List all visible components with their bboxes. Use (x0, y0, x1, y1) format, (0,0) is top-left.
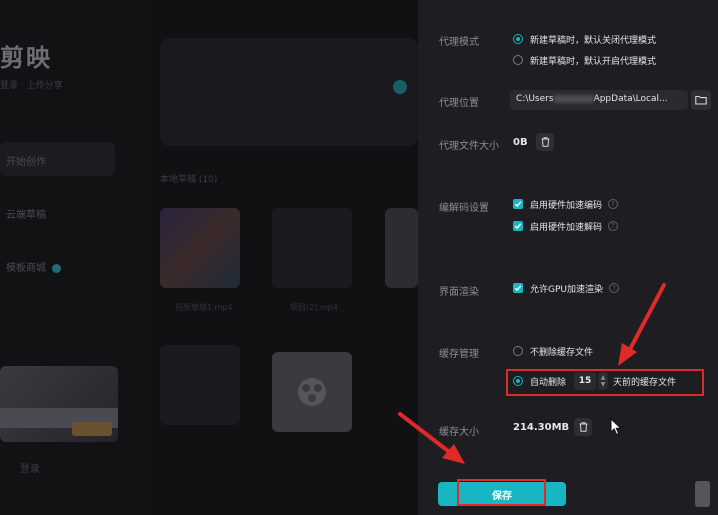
mouse-cursor-icon (610, 418, 622, 436)
annotation-arrow-save (398, 412, 465, 464)
annotation-arrows (398, 283, 666, 464)
annotation-arrow-cache (618, 283, 666, 366)
